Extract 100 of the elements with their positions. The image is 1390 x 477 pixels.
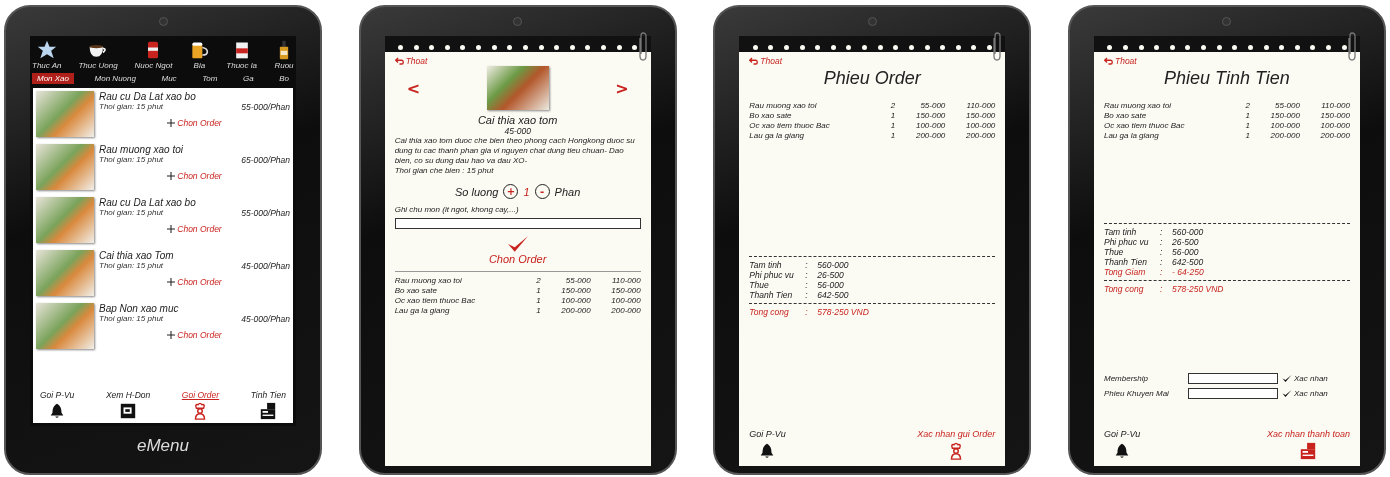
separator-text: : — [805, 306, 809, 317]
order-item-price: 150-000 — [560, 286, 591, 295]
order-item-quantity: 1 — [535, 306, 541, 315]
order-confirm-button[interactable]: Chon Order — [488, 235, 547, 265]
photo-placeholder — [36, 144, 94, 190]
separator-text: : — [1159, 283, 1164, 294]
total-label: Thue — [1103, 246, 1124, 257]
nav-button[interactable]: Goi Order — [177, 390, 224, 420]
photo-placeholder — [36, 197, 94, 243]
exit-link[interactable]: Thoat — [1103, 56, 1137, 66]
dish-name: Rau cu Da Lat xao bo — [99, 197, 197, 208]
category-tab[interactable]: Thuoc la — [226, 40, 257, 70]
add-order-button[interactable]: Chon Order — [167, 277, 222, 287]
order-item-name: Lau ga la giang — [1103, 131, 1160, 140]
add-order-button[interactable]: Chon Order — [167, 118, 222, 128]
note-input-field[interactable] — [394, 218, 641, 229]
order-item-amount: 100-000 — [610, 296, 641, 305]
cooking-time: Thoi gian: 15 phut — [99, 102, 164, 112]
receipt-title: Phieu Tinh Tien — [1164, 68, 1290, 89]
total-label: Thanh Tien — [1103, 256, 1148, 267]
order-item-amount: 100-000 — [1319, 121, 1350, 130]
order-item-quantity: 1 — [889, 121, 896, 130]
order-item-amount: 200-000 — [610, 306, 641, 315]
add-order-button[interactable]: Chon Order — [167, 224, 222, 234]
dish-name: Cai thia xao tom — [477, 114, 558, 126]
order-item-amount: 110-000 — [610, 276, 641, 285]
category-tab[interactable]: Thuc An — [32, 40, 62, 70]
subcategory-tab[interactable]: Mon Nuong — [89, 73, 141, 84]
plus-icon — [167, 225, 176, 233]
food-icon — [36, 40, 57, 60]
order-item-price: 100-000 — [914, 121, 946, 130]
total-value: 560-000 — [1170, 226, 1204, 237]
unit-label: Phan — [554, 185, 581, 198]
exit-link[interactable]: Thoat — [749, 56, 783, 66]
code-input-field[interactable] — [1187, 388, 1278, 399]
grand-total-value: 578-250 VND — [816, 306, 869, 317]
separator-text: : — [805, 269, 809, 280]
next-button[interactable]: > — [615, 78, 629, 98]
order-item-price: 100-000 — [560, 296, 591, 305]
category-tab[interactable]: Ruou — [273, 40, 294, 70]
check-icon — [506, 235, 529, 253]
subcategory-tab[interactable]: Mon Xao — [32, 73, 75, 84]
dish-price: 55-000/Phan — [241, 208, 290, 218]
category-tab[interactable]: Thuc Uong — [78, 40, 118, 70]
category-tab[interactable]: Nuoc Ngot — [134, 40, 173, 70]
order-item-price: 150-000 — [914, 111, 946, 120]
code-input-field[interactable] — [1187, 373, 1278, 384]
nav-button[interactable]: Tinh Tien — [246, 390, 290, 420]
order-item-price: 150-000 — [1269, 111, 1300, 120]
separator-text: : — [1159, 236, 1164, 247]
dish-name: Rau muong xao toi — [99, 144, 184, 155]
order-item-name: Oc xao tiem thuoc Bac — [1103, 121, 1186, 130]
photo-placeholder — [36, 250, 94, 296]
subcategory-tab[interactable]: Tom — [197, 73, 223, 84]
subcategory-tab[interactable]: Bo — [274, 73, 294, 84]
total-value: 642-500 — [1170, 256, 1204, 267]
grand-total-label: Tong cong — [749, 306, 790, 317]
confirm-code-button[interactable]: Xac nhan — [1281, 374, 1350, 383]
plus-icon — [167, 119, 176, 127]
photo-placeholder — [486, 66, 549, 110]
dish-name: Cai thia xao Tom — [99, 250, 175, 261]
confirm-button[interactable]: Xac nhan gui Order — [917, 429, 996, 460]
subcategory-tab[interactable]: Muc — [156, 73, 182, 84]
exit-link[interactable]: Thoat — [394, 56, 428, 66]
category-tab[interactable]: Bia — [189, 40, 210, 70]
code-label: Phieu Khuyen Mai — [1103, 389, 1170, 398]
confirm-code-button[interactable]: Xac nhan — [1281, 389, 1350, 398]
order-item-quantity: 2 — [535, 276, 541, 285]
nav-button[interactable]: Goi P-Vu — [36, 390, 79, 420]
order-item-price: 55-000 — [919, 101, 946, 110]
dish-price: 45-000/Phan — [241, 314, 290, 324]
back-arrow-icon — [1103, 57, 1113, 65]
order-item-quantity: 1 — [535, 296, 541, 305]
separator-text: : — [805, 279, 809, 290]
plus-icon — [167, 331, 176, 339]
order-item-amount: 110-000 — [965, 101, 996, 110]
confirm-button[interactable]: Xac nhan thanh toan — [1266, 429, 1350, 460]
call-service-button[interactable]: Goi P-Vu — [1103, 429, 1141, 460]
add-order-button[interactable]: Chon Order — [167, 330, 222, 340]
nav-button[interactable]: Xem H-Don — [101, 390, 155, 420]
order-item-price: 200-000 — [1269, 131, 1300, 140]
call-service-button[interactable]: Goi P-Vu — [749, 429, 786, 460]
subcategory-tab[interactable]: Ga — [237, 73, 259, 84]
order-item-price: 55-000 — [1274, 101, 1300, 110]
separator-text: : — [1159, 246, 1164, 257]
total-label: Tam tinh — [1103, 226, 1138, 237]
previous-button[interactable]: < — [406, 78, 421, 98]
total-label: Thanh Tien — [749, 289, 794, 300]
order-item-price: 55-000 — [564, 276, 591, 285]
cooking-time: Thoi gian che bien : 15 phut — [394, 166, 495, 176]
back-arrow-icon — [749, 57, 759, 65]
grand-total-label: Tong cong — [1103, 283, 1145, 294]
add-order-button[interactable]: Chon Order — [167, 171, 222, 181]
camera-dot — [867, 17, 877, 26]
cooking-time: Thoi gian: 15 phut — [99, 314, 164, 324]
order-item-amount: 110-000 — [1320, 101, 1350, 110]
order-item-price: 200-000 — [560, 306, 591, 315]
camera-dot — [1222, 17, 1232, 26]
cash-register-icon — [259, 402, 278, 420]
total-label: Thue — [749, 279, 769, 290]
